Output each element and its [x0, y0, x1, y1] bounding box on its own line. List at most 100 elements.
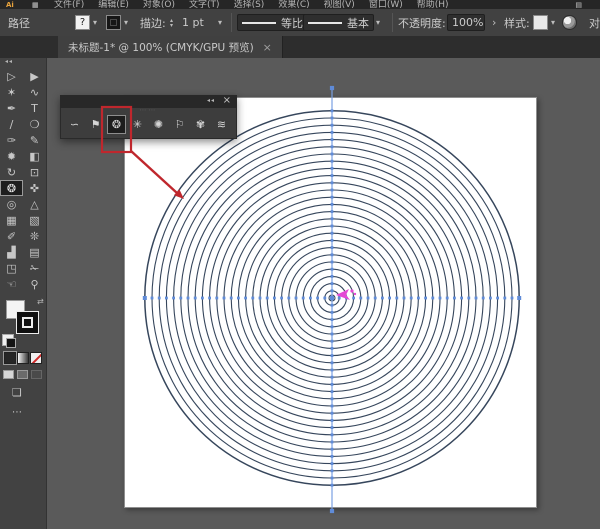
tool-line-segment-tool[interactable]: ∕ [0, 116, 23, 132]
panel-tool-bloat-tool[interactable]: ✺ [149, 115, 168, 134]
tool-hand-tool[interactable]: ☜ [0, 276, 23, 292]
magic-wand-tool-icon: ✶ [7, 86, 16, 99]
tool-direct-selection-tool[interactable]: ▶ [23, 68, 46, 84]
draw-behind-button[interactable] [17, 370, 28, 379]
tool-pen-tool[interactable]: ✒ [0, 100, 23, 116]
shape-builder-tool-icon: ◎ [7, 198, 17, 211]
brush-definition-select[interactable]: 基本 [303, 14, 374, 31]
document-tab[interactable]: 未标题-1* @ 100% (CMYK/GPU 预览) × [58, 36, 283, 58]
tool-perspective-grid-tool[interactable]: △ [23, 196, 46, 212]
panel-grip: ⋯⋯ [61, 107, 236, 113]
pucker-tool-icon: ✳ [133, 118, 142, 131]
menu-item[interactable]: 窗口(W) [369, 0, 403, 9]
opacity-input[interactable]: 100% [447, 14, 485, 31]
screen-mode-icon[interactable]: ❏ [12, 386, 22, 399]
edit-toolbar-icon[interactable]: ⋯ [12, 407, 23, 418]
swap-fill-stroke-icon[interactable]: ⇄ [37, 297, 44, 306]
tool-lasso-tool[interactable]: ∿ [23, 84, 46, 100]
stroke-swatch[interactable] [16, 311, 39, 334]
menu-item[interactable]: 文件(F) [54, 0, 84, 9]
menu-item[interactable]: 选择(S) [234, 0, 265, 9]
rotate-tool-icon: ↻ [7, 166, 16, 179]
document-tab-title: 未标题-1* @ 100% (CMYK/GPU 预览) [68, 40, 254, 55]
panel-tool-pucker-tool[interactable]: ✳ [128, 115, 147, 134]
panel-tool-wrinkle-tool[interactable]: ≋ [212, 115, 231, 134]
stroke-width-stepper[interactable]: ▴▾ [170, 18, 173, 28]
tool-symbol-sprayer-tool[interactable]: ❊ [23, 228, 46, 244]
scale-tool-icon: ⊡ [30, 166, 39, 179]
tool-selection-tool[interactable]: ▷ [0, 68, 23, 84]
default-fill-stroke-icon[interactable] [2, 334, 14, 346]
lasso-tool-icon: ∿ [30, 86, 39, 99]
recolor-artwork-icon[interactable] [562, 15, 577, 30]
artboard[interactable] [124, 97, 537, 508]
tool-shaper-tool[interactable]: ❍ [23, 116, 46, 132]
divider [392, 13, 393, 32]
panel-tool-width-tool[interactable]: ∽ [65, 115, 84, 134]
menu-item[interactable]: 视图(V) [324, 0, 355, 9]
opacity-options-chevron[interactable]: › [492, 9, 496, 36]
stroke-width-caret-icon[interactable]: ▾ [216, 18, 224, 27]
style-swatch[interactable] [533, 15, 548, 30]
tool-blob-brush-tool[interactable]: ✹ [0, 148, 23, 164]
gradient-button[interactable] [17, 352, 29, 364]
tab-close-icon[interactable]: × [263, 41, 272, 54]
stroke-caret-icon[interactable]: ▾ [122, 18, 130, 27]
width-profile-select[interactable]: 等比 [237, 14, 308, 31]
column-graph-tool-icon: ▤ [29, 246, 39, 259]
bridge-icon: ▦ [32, 0, 54, 9]
crystallize-tool-icon: ✾ [196, 118, 205, 131]
liquify-tools-panel: ◂◂ × ⋯⋯ ∽⚑❂ ✳ ✺ ⚐ ✾ ≋ [60, 95, 237, 139]
tool-type-tool[interactable]: T [23, 100, 46, 116]
line-segment-tool-icon: ∕ [10, 118, 14, 131]
brush-preview [308, 22, 342, 24]
style-caret-icon[interactable]: ▾ [549, 18, 557, 27]
tool-graph-tool[interactable]: ▟ [0, 244, 23, 260]
panel-tool-warp-tool[interactable]: ⚑ [86, 115, 105, 134]
tool-mesh-tool[interactable]: ▦ [0, 212, 23, 228]
tool-slice-tool[interactable]: ✁ [23, 260, 46, 276]
none-button[interactable] [30, 352, 42, 364]
stroke-width-label: 描边: [140, 9, 166, 36]
bloat-tool-icon: ✺ [154, 118, 163, 131]
menu-item[interactable]: 对象(O) [143, 0, 175, 9]
panel-close-icon[interactable]: × [223, 95, 231, 106]
tool-shape-builder-tool[interactable]: ◎ [0, 196, 23, 212]
panel-collapse-icon[interactable]: ◂◂ [207, 97, 215, 104]
menu-item[interactable]: 编辑(E) [98, 0, 129, 9]
tool-eraser-tool[interactable]: ◧ [23, 148, 46, 164]
tool-rotate-tool[interactable]: ↻ [0, 164, 23, 180]
style-label: 样式: [504, 9, 530, 36]
tool-eyedropper-tool[interactable]: ✐ [0, 228, 23, 244]
fill-caret-icon[interactable]: ▾ [91, 18, 99, 27]
draw-inside-button[interactable] [31, 370, 42, 379]
tool-gradient-tool[interactable]: ▧ [23, 212, 46, 228]
tool-paintbrush-tool[interactable]: ✑ [0, 132, 23, 148]
draw-normal-button[interactable] [3, 370, 14, 379]
brush-caret-icon[interactable]: ▾ [374, 18, 382, 27]
tool-pencil-tool[interactable]: ✎ [23, 132, 46, 148]
menu-items: 文件(F) 编辑(E) 对象(O) 文字(T) 选择(S) 效果(C) 视图(V) 窗口(W)… [54, 0, 449, 9]
tool-artboard-tool[interactable]: ◳ [0, 260, 23, 276]
tool-scale-tool[interactable]: ⊡ [23, 164, 46, 180]
menu-item[interactable]: 效果(C) [278, 0, 309, 9]
workspace-switcher-icon[interactable]: ▤ [575, 1, 582, 9]
panel-tool-twirl-tool[interactable]: ❂ [107, 115, 126, 134]
align-label-truncated: 对 [589, 9, 600, 36]
eyedropper-tool-icon: ✐ [7, 230, 16, 243]
wrinkle-tool-icon: ≋ [217, 118, 226, 131]
panel-tool-scallop-tool[interactable]: ⚐ [170, 115, 189, 134]
panel-tool-crystallize-tool[interactable]: ✾ [191, 115, 210, 134]
toolbar-collapse-icon[interactable]: ◂◂ [0, 58, 46, 68]
fill-color-well[interactable]: ? [75, 15, 90, 30]
menu-item[interactable]: 文字(T) [189, 0, 220, 9]
tool-zoom-tool[interactable]: ⚲ [23, 276, 46, 292]
tool-column-graph-tool[interactable]: ▤ [23, 244, 46, 260]
stroke-color-well[interactable] [106, 15, 121, 30]
menu-item[interactable]: 帮助(H) [417, 0, 449, 9]
color-button[interactable] [4, 352, 16, 364]
tool-twirl-tool[interactable]: ❂ [0, 180, 23, 196]
stroke-width-value[interactable]: 1 pt [182, 9, 204, 36]
tool-magic-wand-tool[interactable]: ✶ [0, 84, 23, 100]
tool-puppet-warp-tool[interactable]: ✜ [23, 180, 46, 196]
